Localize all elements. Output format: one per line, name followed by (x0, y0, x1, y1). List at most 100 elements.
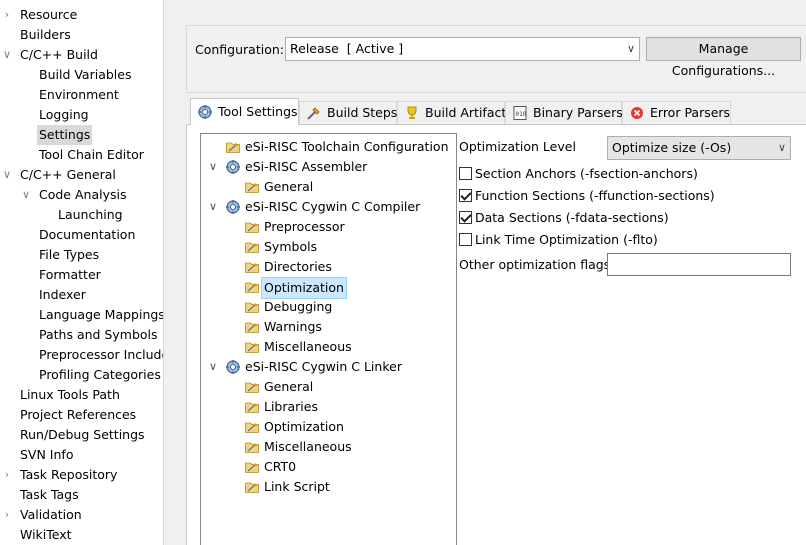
nav-item-label: SVN Info (20, 447, 74, 462)
nav-item-label: Settings (37, 125, 93, 145)
tool-tree-label: Symbols (264, 239, 318, 254)
tool-gear-icon (225, 359, 241, 375)
nav-item-run-debug-settings[interactable]: Run/Debug Settings (0, 425, 163, 445)
tool-tree-item-esi-risc-assembler[interactable]: ∨ eSi-RISC Assembler (201, 157, 456, 177)
nav-item-code-analysis[interactable]: ∨ Code Analysis (0, 185, 163, 205)
tool-tree-item-miscellaneous[interactable]: Miscellaneous (201, 437, 456, 457)
option-folder-icon (244, 279, 260, 295)
chevron-down-icon[interactable]: ∨ (0, 45, 14, 65)
option-folder-icon (244, 399, 260, 415)
option-folder-icon (244, 339, 260, 355)
tool-tree-label: eSi-RISC Assembler (245, 159, 368, 174)
chevron-down-icon[interactable]: ∨ (19, 185, 33, 205)
option-folder-icon (244, 239, 260, 255)
optimization-level-select[interactable]: Optimize size (-Os) ∨ (607, 136, 791, 160)
nav-item-linux-tools-path[interactable]: Linux Tools Path (0, 385, 163, 405)
tool-tree-item-general[interactable]: General (201, 177, 456, 197)
tab-tool-settings[interactable]: Tool Settings (190, 98, 299, 125)
tab-label: Build Artifact (425, 105, 507, 120)
option-folder-icon (244, 259, 260, 275)
chevron-down-icon[interactable]: ∨ (207, 197, 219, 217)
nav-item-task-repository[interactable]: › Task Repository (0, 465, 163, 485)
optimization-level-value: Optimize size (-Os) (612, 140, 732, 155)
panel-divider[interactable] (163, 0, 173, 545)
nav-item-task-tags[interactable]: Task Tags (0, 485, 163, 505)
nav-item-resource[interactable]: › Resource (0, 5, 163, 25)
tool-tree-item-link-script[interactable]: Link Script (201, 477, 456, 497)
tool-tree-item-miscellaneous[interactable]: Miscellaneous (201, 337, 456, 357)
nav-item-launching[interactable]: Launching (0, 205, 163, 225)
header-strip (173, 0, 806, 10)
tool-tree-label: Warnings (264, 319, 322, 334)
section-anchors-checkbox[interactable] (459, 167, 472, 180)
nav-item-formatter[interactable]: Formatter (0, 265, 163, 285)
function-sections-checkbox[interactable] (459, 189, 472, 202)
svg-text:010: 010 (516, 111, 527, 118)
other-optimization-flags-input[interactable] (607, 253, 791, 276)
option-folder-icon (225, 139, 241, 155)
nav-item-c-c-build[interactable]: ∨ C/C++ Build (0, 45, 163, 65)
tool-gear-icon (225, 199, 241, 215)
tool-tree-label: General (264, 179, 314, 194)
tool-gear-icon (225, 159, 241, 175)
chevron-down-icon[interactable]: ∨ (207, 157, 219, 177)
nav-item-builders[interactable]: Builders (0, 25, 163, 45)
nav-item-c-c-general[interactable]: ∨ C/C++ General (0, 165, 163, 185)
tool-settings-tree: eSi-RISC Toolchain Configuration ∨ eSi-RIS… (200, 133, 457, 545)
nav-item-preprocessor-include[interactable]: Preprocessor Include (0, 345, 163, 365)
nav-item-environment[interactable]: Environment (0, 85, 163, 105)
tab-error-parsers[interactable]: Error Parsers (622, 101, 731, 124)
tool-tree-item-crt0[interactable]: CRT0 (201, 457, 456, 477)
tool-tree-item-symbols[interactable]: Symbols (201, 237, 456, 257)
nav-item-label: Project References (20, 407, 137, 422)
chevron-down-icon[interactable]: ∨ (207, 357, 219, 377)
other-optimization-flags-label: Other optimization flags (459, 257, 611, 272)
tab-label: Error Parsers (650, 105, 731, 120)
nav-item-settings[interactable]: Settings (0, 125, 163, 145)
option-folder-icon (244, 319, 260, 335)
tab-binary-parsers[interactable]: 010 Binary Parsers (505, 101, 623, 124)
option-folder-icon (244, 219, 260, 235)
tool-tree-item-general[interactable]: General (201, 377, 456, 397)
chevron-right-icon[interactable]: › (0, 465, 14, 485)
tool-tree-label: Optimization (261, 277, 347, 299)
nav-item-profiling-categories[interactable]: Profiling Categories (0, 365, 163, 385)
tab-build-artifact[interactable]: Build Artifact (397, 101, 507, 124)
link-time-optimization-checkbox[interactable] (459, 233, 472, 246)
nav-item-paths-and-symbols[interactable]: Paths and Symbols (0, 325, 163, 345)
configuration-select[interactable]: Release [ Active ] ∨ (285, 37, 640, 61)
nav-item-label: Preprocessor Include (39, 347, 163, 362)
tab-build-steps[interactable]: Build Steps (299, 101, 397, 124)
chevron-right-icon[interactable]: › (0, 5, 14, 25)
nav-item-language-mappings[interactable]: Language Mappings (0, 305, 163, 325)
nav-item-indexer[interactable]: Indexer (0, 285, 163, 305)
nav-item-wikitext[interactable]: WikiText (0, 525, 163, 545)
nav-item-build-variables[interactable]: Build Variables (0, 65, 163, 85)
tool-tree-item-libraries[interactable]: Libraries (201, 397, 456, 417)
chevron-down-icon[interactable]: ∨ (0, 165, 14, 185)
nav-item-project-references[interactable]: Project References (0, 405, 163, 425)
nav-item-file-types[interactable]: File Types (0, 245, 163, 265)
manage-configurations-button[interactable]: Manage Configurations... (646, 37, 801, 78)
nav-item-logging[interactable]: Logging (0, 105, 163, 125)
nav-item-documentation[interactable]: Documentation (0, 225, 163, 245)
nav-item-label: WikiText (20, 527, 72, 542)
tool-tree-item-warnings[interactable]: Warnings (201, 317, 456, 337)
tool-tree-item-optimization[interactable]: Optimization (201, 277, 456, 299)
data-sections-checkbox[interactable] (459, 211, 472, 224)
tool-tree-item-optimization[interactable]: Optimization (201, 417, 456, 437)
nav-item-label: Run/Debug Settings (20, 427, 145, 442)
nav-item-label: Profiling Categories (39, 367, 161, 382)
nav-item-validation[interactable]: › Validation (0, 505, 163, 525)
tab-label: Tool Settings (218, 104, 298, 119)
tool-tree-item-debugging[interactable]: Debugging (201, 297, 456, 317)
tool-tree-item-directories[interactable]: Directories (201, 257, 456, 277)
nav-item-tool-chain-editor[interactable]: Tool Chain Editor (0, 145, 163, 165)
tool-tree-label: eSi-RISC Toolchain Configuration (245, 139, 449, 154)
tool-tree-item-esi-risc-cygwin-c-compiler[interactable]: ∨ eSi-RISC Cygwin C Compiler (201, 197, 456, 217)
tool-tree-item-esi-risc-toolchain-configuration[interactable]: eSi-RISC Toolchain Configuration (201, 137, 456, 157)
chevron-right-icon[interactable]: › (0, 505, 14, 525)
tool-tree-item-esi-risc-cygwin-c-linker[interactable]: ∨ eSi-RISC Cygwin C Linker (201, 357, 456, 377)
nav-item-svn-info[interactable]: SVN Info (0, 445, 163, 465)
tool-tree-item-preprocessor[interactable]: Preprocessor (201, 217, 456, 237)
